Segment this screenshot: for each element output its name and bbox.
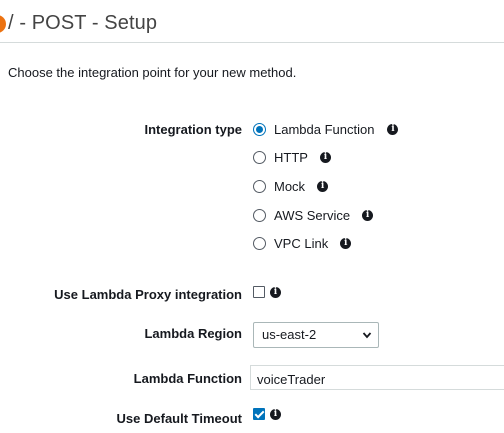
radio-button[interactable] bbox=[253, 122, 266, 136]
page-header: / - POST - Setup bbox=[0, 0, 504, 43]
radio-label: AWS Service bbox=[274, 207, 351, 223]
default-timeout-label: Use Default Timeout bbox=[116, 411, 242, 426]
info-icon[interactable]: i bbox=[340, 237, 352, 249]
radio-label: Lambda Function bbox=[274, 121, 375, 137]
method-icon bbox=[0, 15, 6, 33]
page-title: / - POST - Setup bbox=[8, 12, 158, 34]
lambda-region-value: us-east-2 bbox=[262, 327, 317, 342]
info-icon[interactable]: i bbox=[319, 151, 331, 163]
radio-http[interactable]: HTTP i bbox=[253, 148, 331, 166]
radio-label: HTTP bbox=[274, 149, 308, 165]
radio-mock[interactable]: Mock i bbox=[253, 177, 329, 195]
lambda-region-select[interactable]: us-east-2 bbox=[253, 322, 379, 348]
radio-button[interactable] bbox=[253, 208, 266, 222]
method-setup-page: / - POST - Setup Choose the integration … bbox=[0, 0, 504, 433]
proxy-integration-checkbox[interactable] bbox=[253, 286, 265, 298]
info-icon[interactable]: i bbox=[270, 287, 281, 298]
radio-vpc-link[interactable]: VPC Link i bbox=[253, 234, 352, 252]
radio-lambda-function[interactable]: Lambda Function i bbox=[253, 120, 399, 138]
proxy-integration-label: Use Lambda Proxy integration bbox=[54, 287, 242, 302]
default-timeout-checkbox[interactable] bbox=[253, 408, 265, 420]
radio-aws-service[interactable]: AWS Service i bbox=[253, 206, 374, 224]
chevron-down-icon bbox=[362, 332, 372, 339]
radio-button[interactable] bbox=[253, 236, 266, 250]
radio-button[interactable] bbox=[253, 179, 266, 193]
intro-text: Choose the integration point for your ne… bbox=[8, 65, 297, 80]
info-icon[interactable]: i bbox=[317, 180, 329, 192]
lambda-function-label: Lambda Function bbox=[133, 371, 242, 386]
radio-label: Mock bbox=[274, 178, 306, 194]
lambda-region-label: Lambda Region bbox=[144, 326, 242, 341]
info-icon[interactable]: i bbox=[387, 123, 399, 135]
radio-button[interactable] bbox=[253, 150, 266, 164]
info-icon[interactable]: i bbox=[270, 409, 281, 420]
info-icon[interactable]: i bbox=[362, 209, 374, 221]
lambda-function-input[interactable] bbox=[250, 365, 504, 390]
radio-label: VPC Link bbox=[274, 235, 329, 251]
integration-type-label: Integration type bbox=[144, 122, 242, 137]
